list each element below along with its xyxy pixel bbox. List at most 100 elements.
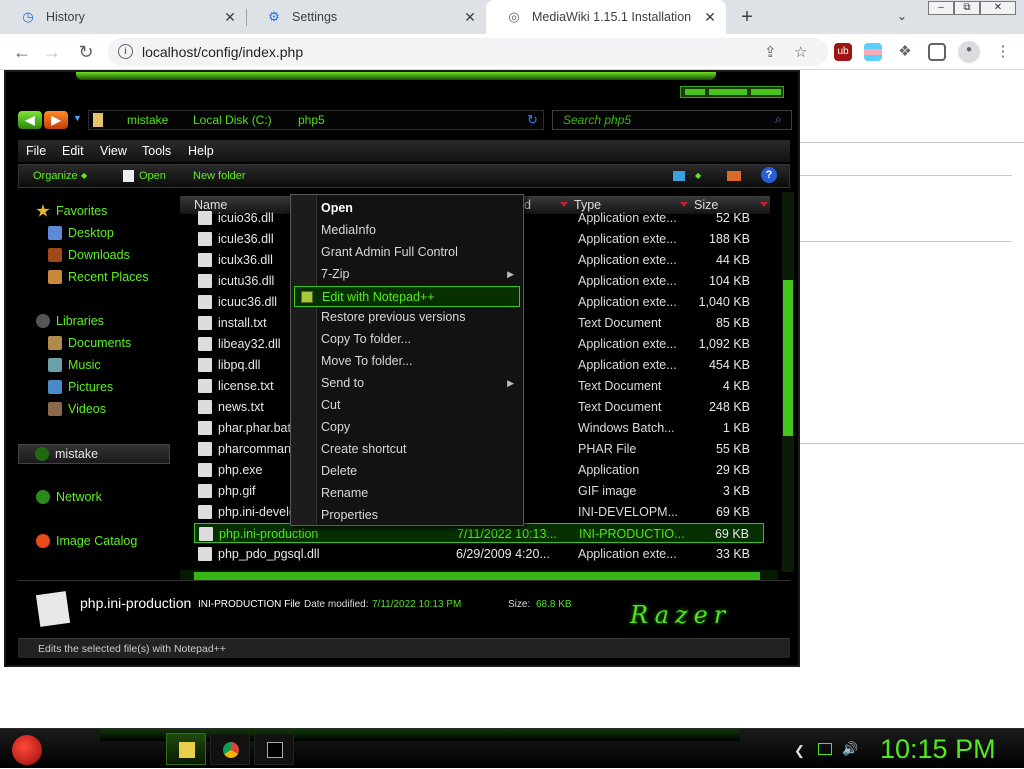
menu-item-create-shortcut[interactable]: Create shortcut bbox=[294, 439, 520, 460]
taskbar-chrome[interactable] bbox=[210, 733, 250, 765]
ublock-icon[interactable]: ub bbox=[834, 43, 852, 61]
share-icon[interactable]: ⇪ bbox=[764, 43, 777, 61]
breadcrumb-mistake[interactable]: mistake bbox=[127, 113, 168, 127]
nav-videos[interactable]: Videos bbox=[48, 402, 106, 416]
nav-network[interactable]: Network bbox=[36, 490, 102, 504]
menu-tools[interactable]: Tools bbox=[142, 144, 171, 158]
menu-item-move-to-folder[interactable]: Move To folder... bbox=[294, 351, 520, 372]
menu-item-copy-to-folder[interactable]: Copy To folder... bbox=[294, 329, 520, 350]
nav-documents[interactable]: Documents bbox=[48, 336, 131, 350]
reload-button[interactable]: ↻ bbox=[74, 40, 98, 64]
breadcrumb-php5[interactable]: php5 bbox=[298, 113, 325, 127]
menu-help[interactable]: Help bbox=[188, 144, 214, 158]
close-icon[interactable]: ✕ bbox=[222, 9, 238, 25]
breadcrumb-local-disk[interactable]: Local Disk (C:) bbox=[193, 113, 272, 127]
scroll-thumb[interactable] bbox=[783, 280, 793, 436]
menu-item-mediainfo[interactable]: MediaInfo bbox=[294, 220, 520, 241]
forward-arrow-icon[interactable]: ▶ bbox=[44, 111, 68, 129]
close-window-button[interactable] bbox=[751, 89, 781, 95]
tab-label: History bbox=[46, 10, 85, 24]
explorer-address-row: ◀ ▶ ▼ mistake Local Disk (C:) php5 ↻ Sea… bbox=[18, 108, 792, 132]
open-button[interactable]: Open bbox=[139, 170, 166, 182]
menu-file[interactable]: File bbox=[26, 144, 46, 158]
network-status-icon[interactable] bbox=[818, 743, 832, 755]
tab-history[interactable]: ◷ History ✕ bbox=[0, 0, 246, 34]
puzzle-icon[interactable]: ❖ bbox=[896, 43, 914, 61]
taskbar-explorer[interactable] bbox=[166, 733, 206, 765]
nav-downloads[interactable]: Downloads bbox=[48, 248, 130, 262]
nav-music[interactable]: Music bbox=[48, 358, 101, 372]
sidebar-icon[interactable] bbox=[928, 43, 946, 61]
vertical-scrollbar[interactable] bbox=[782, 192, 794, 572]
tab-mediawiki[interactable]: ◎ MediaWiki 1.15.1 Installation ✕ bbox=[486, 0, 726, 34]
menu-item-cut[interactable]: Cut bbox=[294, 395, 520, 416]
tab-settings[interactable]: ⚙ Settings ✕ bbox=[246, 0, 486, 34]
nav-mistake[interactable]: mistake bbox=[18, 444, 170, 464]
chevron-down-icon[interactable] bbox=[560, 202, 568, 207]
status-bar: Edits the selected file(s) with Notepad+… bbox=[18, 638, 790, 658]
more-options-icon[interactable]: ⋮ bbox=[994, 43, 1012, 61]
close-icon[interactable]: ✕ bbox=[462, 9, 478, 25]
caption-buttons[interactable] bbox=[680, 86, 784, 98]
avatar[interactable]: ● bbox=[958, 41, 980, 63]
page-divider bbox=[800, 443, 1024, 444]
preview-pane-icon[interactable] bbox=[727, 171, 741, 181]
page-divider bbox=[800, 241, 1012, 242]
file-row[interactable]: php.ini-production 7/11/2022 10:13... INI-… bbox=[194, 523, 764, 543]
file-icon bbox=[198, 316, 212, 330]
new-tab-button[interactable]: + bbox=[736, 6, 758, 29]
restore-button[interactable]: ⧉ bbox=[954, 1, 980, 15]
menu-item-properties[interactable]: Properties bbox=[294, 505, 520, 526]
menu-edit[interactable]: Edit bbox=[62, 144, 84, 158]
extension-flag-icon[interactable] bbox=[864, 43, 882, 61]
bookmark-star-icon[interactable]: ☆ bbox=[794, 43, 807, 61]
help-icon[interactable]: ? bbox=[761, 167, 777, 183]
nav-recent-places[interactable]: Recent Places bbox=[48, 270, 149, 284]
minimize-button[interactable] bbox=[685, 89, 705, 95]
minimize-button[interactable]: ‒ bbox=[928, 1, 954, 15]
menu-item-delete[interactable]: Delete bbox=[294, 461, 520, 482]
menu-item-rename[interactable]: Rename bbox=[294, 483, 520, 504]
back-button[interactable]: ← bbox=[10, 40, 34, 64]
nav-image-catalog[interactable]: Image Catalog bbox=[36, 534, 137, 548]
menu-item-open[interactable]: Open bbox=[294, 198, 520, 219]
chevron-down-icon[interactable]: ⌄ bbox=[897, 9, 907, 23]
file-row[interactable]: php_pdo_pgsql.dll 6/29/2009 4:20... Applic… bbox=[194, 544, 764, 564]
menu-item-send-to[interactable]: Send to ▶ bbox=[294, 373, 520, 394]
scroll-thumb[interactable] bbox=[194, 572, 760, 580]
info-icon[interactable]: i bbox=[118, 44, 133, 59]
start-button[interactable] bbox=[8, 731, 48, 769]
chevron-up-icon[interactable]: ❮ bbox=[794, 743, 805, 759]
nav-pictures[interactable]: Pictures bbox=[48, 380, 113, 394]
new-folder-button[interactable]: New folder bbox=[193, 170, 246, 182]
back-arrow-icon[interactable]: ◀ bbox=[18, 111, 42, 129]
organize-button[interactable]: Organize bbox=[33, 170, 78, 182]
view-icon[interactable] bbox=[673, 171, 685, 181]
menu-item-7zip[interactable]: 7-Zip ▶ bbox=[294, 264, 520, 285]
nav-libraries[interactable]: Libraries bbox=[36, 314, 104, 328]
menu-item-copy[interactable]: Copy bbox=[294, 417, 520, 438]
menu-view[interactable]: View bbox=[100, 144, 127, 158]
close-window-button[interactable]: ✕ bbox=[980, 1, 1016, 15]
chevron-down-icon[interactable]: ◆ bbox=[81, 171, 87, 180]
chevron-down-icon[interactable] bbox=[680, 202, 688, 207]
close-icon[interactable]: ✕ bbox=[702, 9, 718, 25]
taskbar-cmd[interactable] bbox=[254, 733, 294, 765]
breadcrumb[interactable]: mistake Local Disk (C:) php5 ↻ bbox=[88, 110, 544, 130]
nav-desktop[interactable]: Desktop bbox=[48, 226, 114, 240]
maximize-button[interactable] bbox=[709, 89, 747, 95]
search-icon[interactable]: ⌕ bbox=[775, 112, 782, 127]
menu-item-restore-versions[interactable]: Restore previous versions bbox=[294, 307, 520, 328]
search-input[interactable]: Search php5 ⌕ bbox=[552, 110, 792, 130]
menu-item-edit-notepadpp[interactable]: Edit with Notepad++ bbox=[294, 286, 520, 307]
refresh-icon[interactable]: ↻ bbox=[527, 112, 538, 128]
volume-icon[interactable]: 🔊 bbox=[842, 741, 858, 757]
chevron-down-icon[interactable]: ◆ bbox=[695, 171, 701, 180]
chevron-down-icon[interactable] bbox=[760, 202, 768, 207]
chevron-down-icon[interactable]: ▼ bbox=[73, 113, 82, 123]
address-bar[interactable]: i localhost/config/index.php ⇪ ☆ bbox=[108, 38, 828, 66]
nav-favorites[interactable]: Favorites bbox=[36, 204, 107, 218]
forward-button[interactable]: → bbox=[40, 40, 64, 64]
menu-item-grant-admin[interactable]: Grant Admin Full Control bbox=[294, 242, 520, 263]
clock[interactable]: 10:15 PM bbox=[880, 734, 996, 765]
